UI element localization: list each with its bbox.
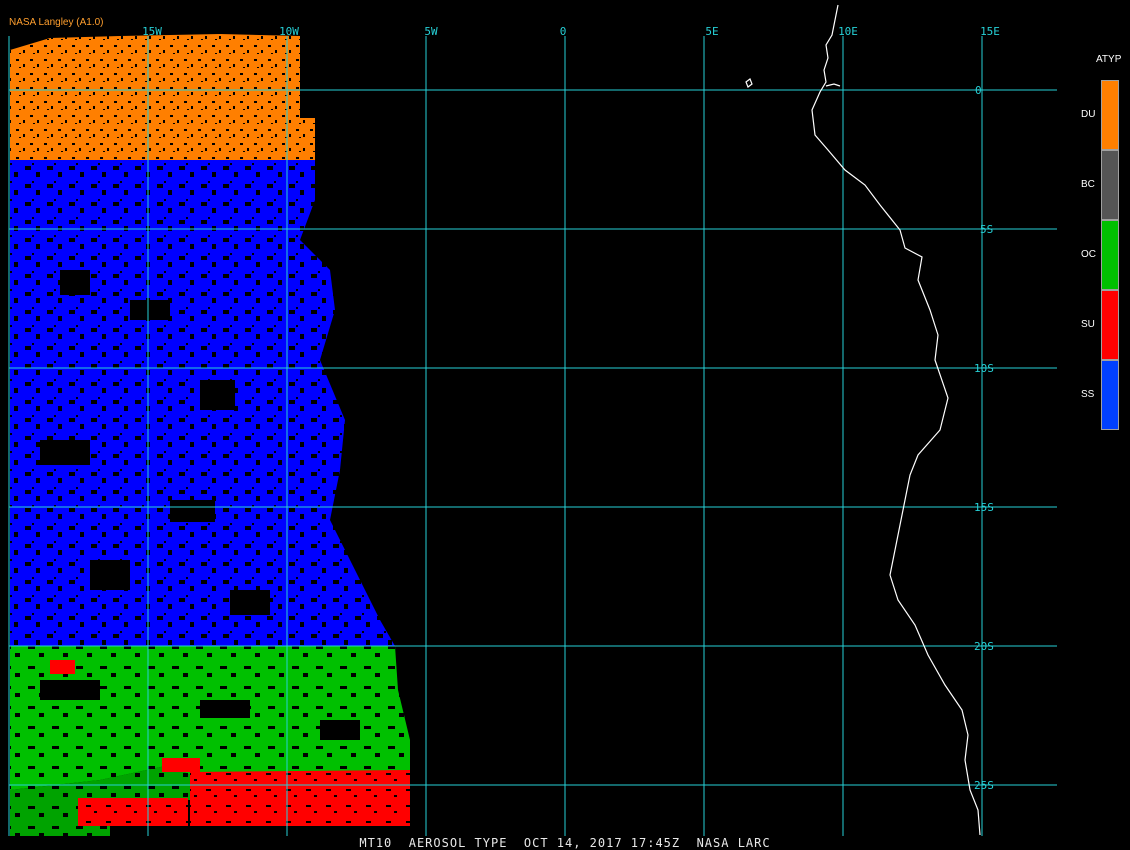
legend-title: ATYP [1096,54,1122,65]
sea-salt-region [10,160,395,646]
lat-label-25s: 25S [974,779,994,792]
legend-swatch-du [1101,80,1119,150]
dust-region [10,34,315,160]
legend-label-du: DU [1081,109,1096,120]
lon-label-10w: 10W [279,25,299,38]
lon-label-15e: 15E [980,25,1000,38]
legend-swatch-ss [1101,360,1119,430]
aerosol-type-map [8,4,1057,836]
legend-label-oc: OC [1081,249,1096,260]
lat-label-20s: 20S [974,640,994,653]
coastline [745,4,981,836]
lat-label-0: 0 [975,84,982,97]
legend-label-bc: BC [1081,179,1095,190]
lon-label-15w: 15W [142,25,162,38]
legend-swatch-bc [1101,150,1119,220]
lat-label-15s: 15S [974,501,994,514]
lat-label-10s: 10S [974,362,994,375]
lon-label-5w: 5W [424,25,438,38]
legend-label-su: SU [1081,319,1095,330]
lon-label-5e: 5E [705,25,719,38]
lon-label-0: 0 [559,25,567,38]
legend-swatch-su [1101,290,1119,360]
legend-label-ss: SS [1081,389,1095,400]
source-label: NASA Langley (A1.0) [9,17,104,28]
lat-label-5s: 5S [980,223,994,236]
footer-caption: MT10 AEROSOL TYPE OCT 14, 2017 17:45Z NA… [359,836,771,850]
legend-swatch-oc [1101,220,1119,290]
lon-label-10e: 10E [838,25,858,38]
